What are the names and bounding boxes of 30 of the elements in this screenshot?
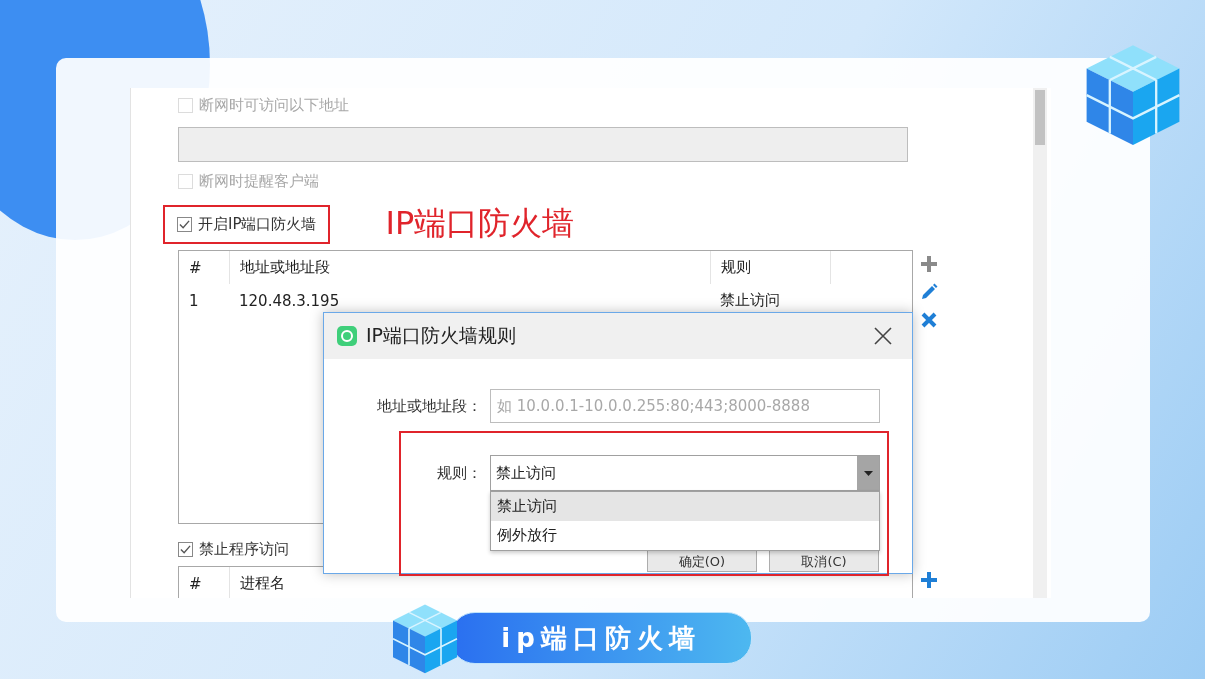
table-cell-text: 1 xyxy=(188,291,200,310)
field-label: 地址或地址段： xyxy=(376,396,482,416)
dropdown-option[interactable]: 例外放行 xyxy=(491,521,879,550)
checkbox[interactable] xyxy=(177,216,192,232)
add-icon[interactable] xyxy=(919,254,939,274)
delete-icon[interactable] xyxy=(919,310,939,330)
dialog-title: IP端口防火墙规则 xyxy=(366,323,518,348)
annotation-text: IP端口防火墙 xyxy=(385,203,575,244)
column-header[interactable]: # xyxy=(179,251,229,284)
checkbox-label: 断网时提醒客户端 xyxy=(199,171,319,191)
column-header[interactable]: 规则 xyxy=(710,251,830,284)
app-icon xyxy=(336,325,358,347)
column-header[interactable]: 地址或地址段 xyxy=(229,251,710,284)
dropdown-option[interactable]: 禁止访问 xyxy=(491,492,879,521)
scrollbar[interactable] xyxy=(1033,88,1047,598)
rule-dropdown[interactable]: 禁止访问 xyxy=(490,455,880,491)
dialog-button[interactable]: 取消(C) xyxy=(769,550,879,572)
dialog-button[interactable]: 确定(O) xyxy=(647,550,757,572)
field-label: 规则： xyxy=(436,463,482,483)
checkbox-label: 开启IP端口防火墙 xyxy=(198,214,317,234)
checkbox-label: 禁止程序访问 xyxy=(199,539,289,559)
address-input[interactable]: 如 10.0.0.1-10.0.0.255:80;443;8000-8888 xyxy=(490,389,880,423)
table-cell-text: 120.48.3.195 xyxy=(238,291,341,310)
pencil-icon[interactable] xyxy=(919,282,939,302)
add-icon[interactable] xyxy=(919,570,939,590)
column-header[interactable]: # xyxy=(179,567,229,598)
checkbox-label: 断网时可访问以下地址 xyxy=(199,95,349,115)
checkbox[interactable] xyxy=(178,541,193,557)
caret-icon xyxy=(863,470,873,476)
table-cell-text: 禁止访问 xyxy=(719,291,781,310)
